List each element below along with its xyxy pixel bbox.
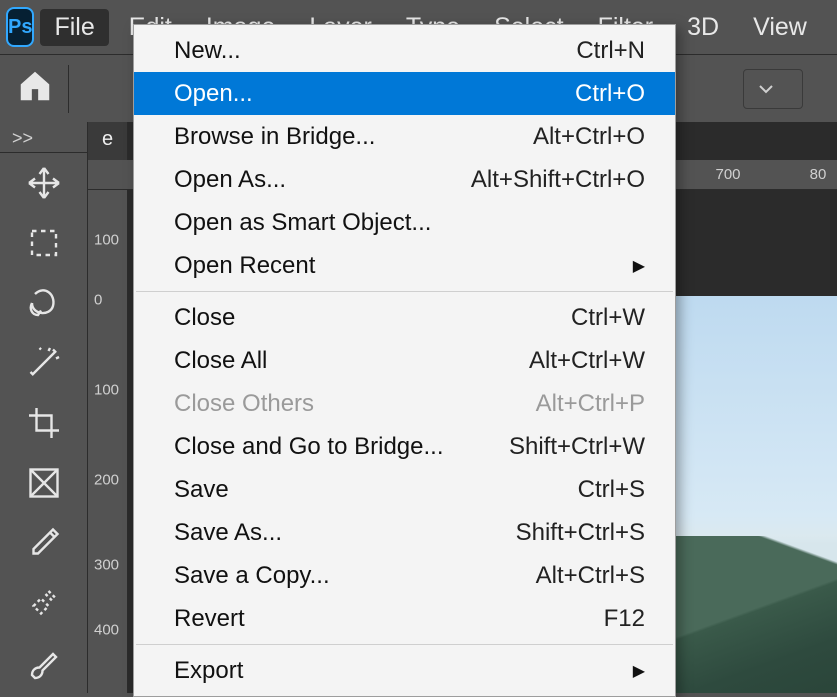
- menu-item-label: Open...: [174, 80, 575, 108]
- menu-item-shortcut: Alt+Ctrl+S: [536, 562, 645, 590]
- palette-expand[interactable]: >>: [0, 128, 87, 153]
- menu-item-shortcut: Ctrl+S: [578, 476, 645, 504]
- menu-item-label: Export: [174, 657, 619, 685]
- menu-item-label: Open Recent: [174, 252, 619, 280]
- menu-item-shortcut: Ctrl+W: [571, 304, 645, 332]
- eyedropper-tool[interactable]: [15, 517, 73, 569]
- file-menu-dropdown: New...Ctrl+NOpen...Ctrl+OBrowse in Bridg…: [133, 24, 676, 697]
- chevron-down-icon: [758, 81, 774, 97]
- submenu-arrow-icon: ▶: [633, 256, 645, 276]
- divider: [68, 65, 69, 113]
- menu-3d[interactable]: 3D: [673, 9, 733, 46]
- menu-item-shortcut: Shift+Ctrl+W: [509, 433, 645, 461]
- menu-item-save-a-copy[interactable]: Save a Copy...Alt+Ctrl+S: [134, 554, 675, 597]
- ruler-tick: 300: [94, 558, 122, 572]
- menu-item-close[interactable]: CloseCtrl+W: [134, 296, 675, 339]
- menu-item-label: Save As...: [174, 519, 516, 547]
- crop-tool-icon: [26, 405, 62, 441]
- menu-item-close-others: Close OthersAlt+Ctrl+P: [134, 382, 675, 425]
- tool-palette: >>: [0, 122, 88, 693]
- menu-item-label: New...: [174, 37, 576, 65]
- menu-item-close-all[interactable]: Close AllAlt+Ctrl+W: [134, 339, 675, 382]
- menu-item-label: Close: [174, 304, 571, 332]
- ruler-tick: 80: [810, 166, 827, 183]
- menu-item-label: Save a Copy...: [174, 562, 536, 590]
- menu-item-label: Close and Go to Bridge...: [174, 433, 509, 461]
- menu-p[interactable]: P: [827, 9, 837, 46]
- menu-item-label: Revert: [174, 605, 604, 633]
- menu-item-open-as[interactable]: Open As...Alt+Shift+Ctrl+O: [134, 158, 675, 201]
- ruler-vertical: 100 0 100 200 300 400: [88, 190, 128, 693]
- healing-brush-tool[interactable]: [15, 577, 73, 629]
- menu-item-label: Close Others: [174, 390, 536, 418]
- brush-tool[interactable]: [15, 637, 73, 689]
- menu-item-shortcut: Alt+Shift+Ctrl+O: [471, 166, 645, 194]
- ruler-tick: 100: [94, 383, 122, 397]
- healing-brush-tool-icon: [26, 585, 62, 621]
- menu-item-revert[interactable]: RevertF12: [134, 597, 675, 640]
- marquee-tool-icon: [26, 225, 62, 261]
- ruler-tick: 0: [94, 293, 122, 307]
- app-logo[interactable]: Ps: [6, 7, 34, 47]
- menu-file[interactable]: File: [40, 9, 108, 46]
- brush-tool-icon: [26, 645, 62, 681]
- menu-item-open[interactable]: Open...Ctrl+O: [134, 72, 675, 115]
- menu-item-open-recent[interactable]: Open Recent ▶: [134, 244, 675, 287]
- lasso-tool-icon: [26, 285, 62, 321]
- menu-item-save-as[interactable]: Save As...Shift+Ctrl+S: [134, 511, 675, 554]
- options-dropdown[interactable]: [743, 69, 803, 109]
- move-tool-icon: [26, 165, 62, 201]
- document-tab[interactable]: e: [88, 122, 128, 160]
- menu-item-shortcut: Ctrl+O: [575, 80, 645, 108]
- ruler-tick: 200: [94, 473, 122, 487]
- menu-item-new[interactable]: New...Ctrl+N: [134, 29, 675, 72]
- submenu-arrow-icon: ▶: [633, 661, 645, 681]
- menu-item-export[interactable]: Export ▶: [134, 649, 675, 692]
- magic-wand-tool[interactable]: [15, 337, 73, 389]
- menu-item-shortcut: Alt+Ctrl+O: [533, 123, 645, 151]
- menu-item-shortcut: Ctrl+N: [576, 37, 645, 65]
- marquee-tool[interactable]: [15, 217, 73, 269]
- menu-item-close-and-go-to-bridge[interactable]: Close and Go to Bridge...Shift+Ctrl+W: [134, 425, 675, 468]
- ruler-tick: 100: [94, 233, 122, 247]
- move-tool[interactable]: [15, 157, 73, 209]
- menu-item-shortcut: F12: [604, 605, 645, 633]
- menu-view[interactable]: View: [739, 9, 821, 46]
- menu-separator: [136, 644, 673, 645]
- ruler-tick: 400: [94, 623, 122, 637]
- menu-item-label: Close All: [174, 347, 529, 375]
- menu-item-shortcut: Alt+Ctrl+P: [536, 390, 645, 418]
- menu-item-open-as-smart-object[interactable]: Open as Smart Object...: [134, 201, 675, 244]
- crop-tool[interactable]: [15, 397, 73, 449]
- menu-item-label: Browse in Bridge...: [174, 123, 533, 151]
- eyedropper-tool-icon: [26, 525, 62, 561]
- menu-separator: [136, 291, 673, 292]
- menu-item-browse-in-bridge[interactable]: Browse in Bridge...Alt+Ctrl+O: [134, 115, 675, 158]
- home-button[interactable]: [16, 67, 54, 110]
- magic-wand-tool-icon: [26, 345, 62, 381]
- frame-tool[interactable]: [15, 457, 73, 509]
- menu-item-label: Save: [174, 476, 578, 504]
- menu-item-shortcut: Alt+Ctrl+W: [529, 347, 645, 375]
- ruler-tick: 700: [715, 166, 740, 183]
- menu-item-save[interactable]: SaveCtrl+S: [134, 468, 675, 511]
- menu-item-shortcut: Shift+Ctrl+S: [516, 519, 645, 547]
- menu-item-label: Open As...: [174, 166, 471, 194]
- lasso-tool[interactable]: [15, 277, 73, 329]
- menu-item-label: Open as Smart Object...: [174, 209, 645, 237]
- frame-tool-icon: [26, 465, 62, 501]
